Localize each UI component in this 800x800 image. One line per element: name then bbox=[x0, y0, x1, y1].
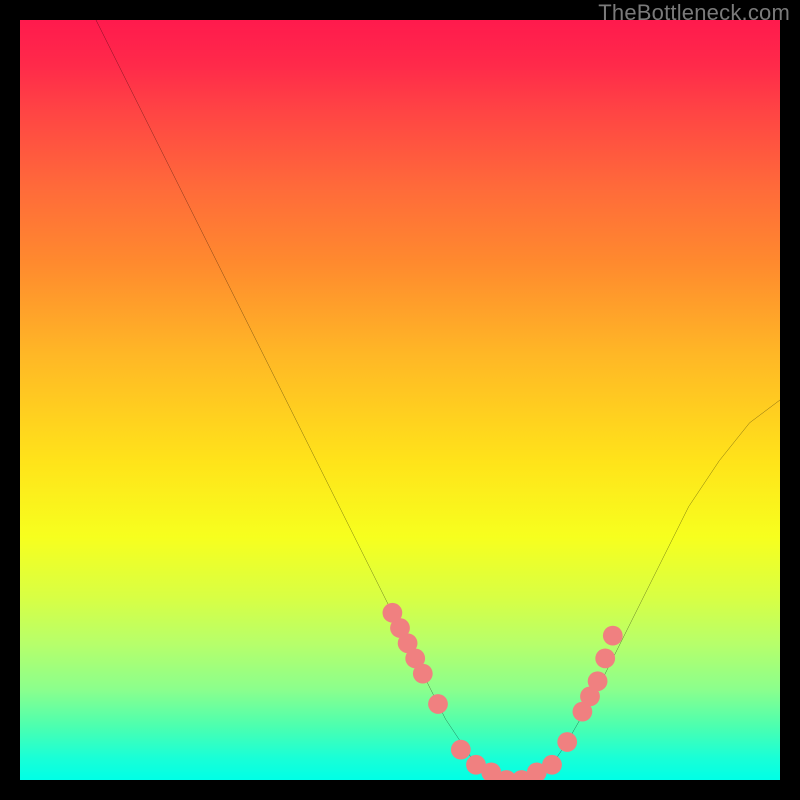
highlight-point bbox=[557, 732, 577, 752]
highlight-point bbox=[595, 649, 615, 669]
chart-stage: TheBottleneck.com bbox=[0, 0, 800, 800]
highlight-point bbox=[542, 755, 562, 775]
highlight-point bbox=[588, 671, 608, 691]
watermark-text: TheBottleneck.com bbox=[598, 0, 790, 26]
curve-layer bbox=[96, 20, 780, 780]
plot-svg bbox=[20, 20, 780, 780]
highlight-point bbox=[413, 664, 433, 684]
highlight-point bbox=[428, 694, 448, 714]
bottleneck-curve bbox=[96, 20, 780, 780]
plot-area bbox=[20, 20, 780, 780]
highlight-point bbox=[451, 740, 471, 760]
highlight-points bbox=[383, 603, 623, 780]
highlight-point bbox=[603, 626, 623, 646]
